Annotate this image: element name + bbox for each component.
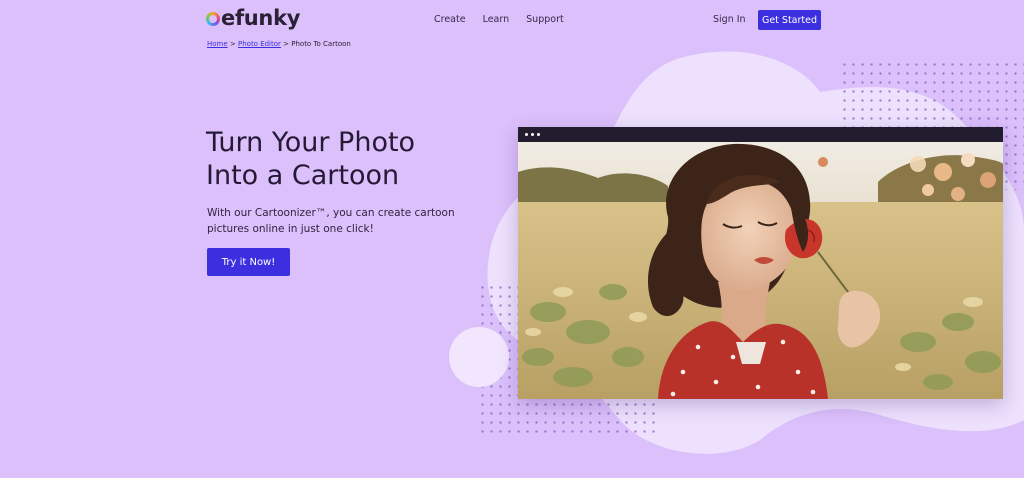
main-nav: Create Learn Support xyxy=(434,14,564,25)
three-dots-icon xyxy=(525,133,540,136)
breadcrumb-photo-editor[interactable]: Photo Editor xyxy=(238,40,281,48)
try-it-now-button[interactable]: Try it Now! xyxy=(207,248,290,276)
breadcrumb: Home > Photo Editor > Photo To Cartoon xyxy=(207,40,351,48)
breadcrumb-separator: > xyxy=(227,40,238,48)
page-title-line-1: Turn Your Photo xyxy=(206,127,416,158)
decorative-circle xyxy=(449,327,509,387)
cartoonized-photo xyxy=(518,142,1003,399)
sign-in-link[interactable]: Sign In xyxy=(713,14,746,25)
hero-subtitle: With our Cartoonizer™, you can create ca… xyxy=(207,205,457,237)
nav-create[interactable]: Create xyxy=(434,14,466,25)
preview-title-bar xyxy=(518,127,1003,142)
editor-preview-window xyxy=(518,127,1003,399)
site-header: efunky Create Learn Support Sign In Get … xyxy=(0,0,1024,40)
breadcrumb-current: Photo To Cartoon xyxy=(291,40,351,48)
get-started-button[interactable]: Get Started xyxy=(758,10,821,30)
befunky-logo[interactable]: efunky xyxy=(206,6,300,30)
nav-learn[interactable]: Learn xyxy=(483,14,510,25)
page-title-line-2: Into a Cartoon xyxy=(206,160,400,191)
logo-text: efunky xyxy=(221,6,301,30)
breadcrumb-home[interactable]: Home xyxy=(207,40,228,48)
nav-support[interactable]: Support xyxy=(526,14,564,25)
breadcrumb-separator: > xyxy=(280,40,292,48)
hero-subtitle-line-2: pictures online in just one click! xyxy=(207,223,374,235)
hero-subtitle-line-1: With our Cartoonizer™, you can create ca… xyxy=(207,207,455,219)
logo-b-ring-icon xyxy=(206,12,220,26)
page-title: Turn Your Photo Into a Cartoon xyxy=(206,126,466,192)
